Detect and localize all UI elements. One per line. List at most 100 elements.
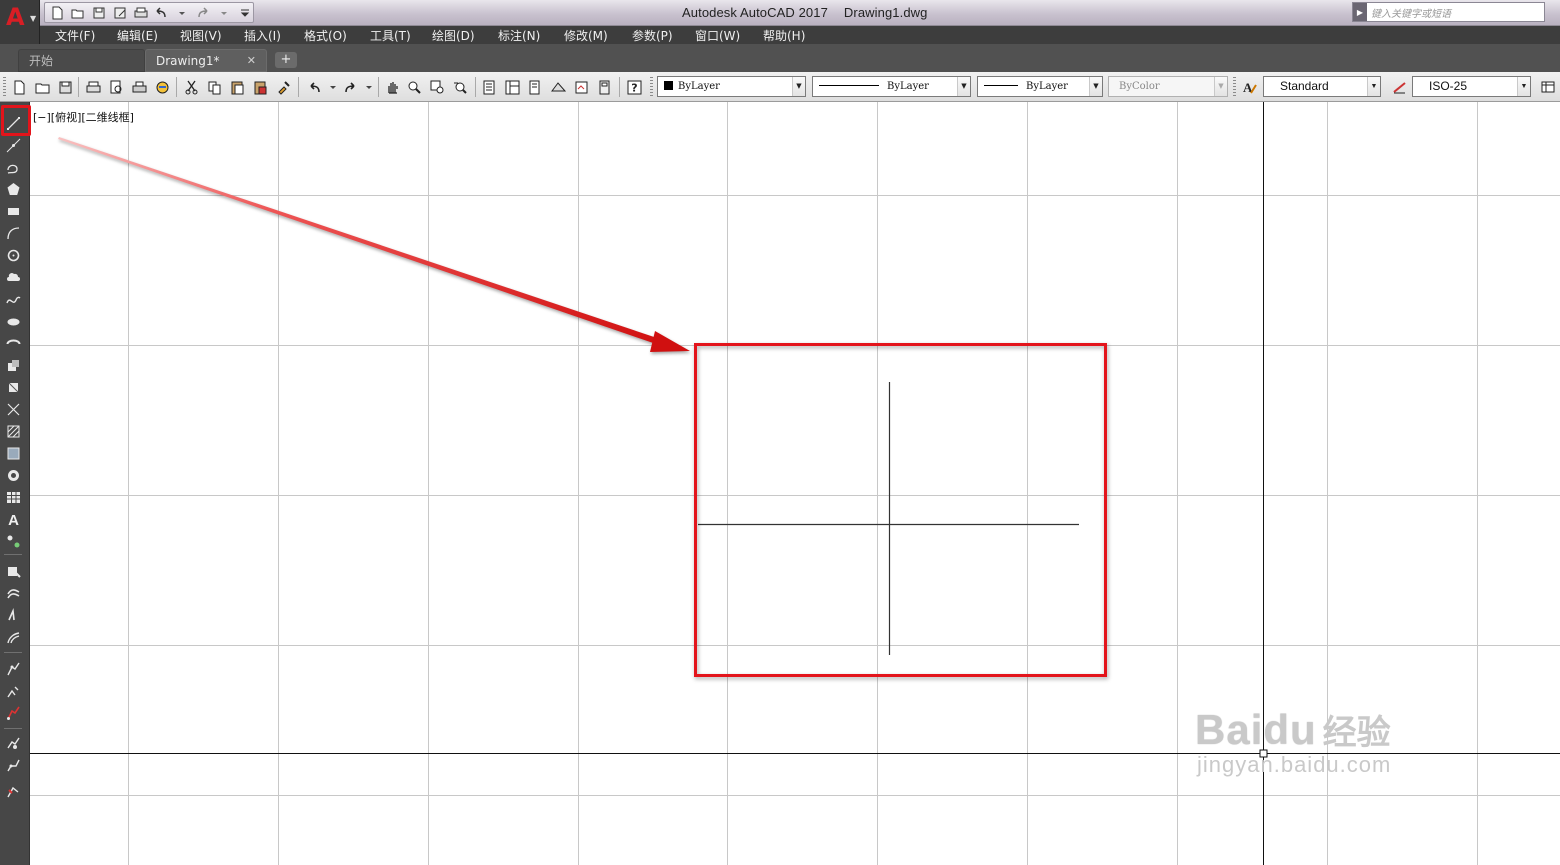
menu-parametric[interactable]: 参数(P)	[632, 27, 673, 44]
trim-icon[interactable]	[4, 782, 22, 800]
save-icon[interactable]	[91, 4, 108, 21]
undo-dropdown-icon[interactable]	[174, 4, 191, 21]
make-block-icon[interactable]	[4, 378, 22, 396]
redo-icon[interactable]	[195, 4, 212, 21]
linetype-control-dropdown[interactable]: ByLayer ▼	[812, 76, 971, 97]
ellipse-arc-icon[interactable]	[4, 334, 22, 352]
3d-dwf-icon[interactable]	[153, 78, 171, 96]
scale-icon[interactable]	[4, 734, 22, 752]
insert-block-icon[interactable]	[4, 356, 22, 374]
undo-icon[interactable]	[153, 4, 170, 21]
menu-tools[interactable]: 工具(T)	[370, 27, 411, 44]
color-control-dropdown[interactable]: ByLayer ▼	[657, 76, 806, 97]
undo-icon[interactable]	[305, 78, 323, 96]
quickcalc-icon[interactable]	[595, 78, 613, 96]
properties-icon[interactable]	[480, 78, 498, 96]
multiline-text-icon[interactable]: A	[4, 510, 22, 528]
save-as-icon[interactable]	[111, 4, 128, 21]
circle-icon[interactable]	[4, 246, 22, 264]
mirror-icon[interactable]	[4, 606, 22, 624]
menu-view[interactable]: 视图(V)	[180, 27, 222, 44]
toolbar-grip[interactable]	[3, 77, 6, 97]
chevron-down-icon[interactable]: ▼	[1367, 77, 1380, 96]
toolbar-grip[interactable]	[650, 77, 653, 97]
dimension-style-icon[interactable]	[1390, 78, 1408, 96]
chevron-down-icon[interactable]: ▼	[1517, 77, 1530, 96]
hatch-icon[interactable]	[4, 422, 22, 440]
erase-icon[interactable]	[4, 562, 22, 580]
tab-start[interactable]: 开始	[18, 49, 145, 72]
save-icon[interactable]	[56, 78, 74, 96]
rectangle-icon[interactable]	[4, 202, 22, 220]
text-style-dropdown[interactable]: Standard ▼	[1263, 76, 1381, 97]
table-style-icon[interactable]	[1539, 78, 1557, 96]
customize-qat-icon[interactable]	[236, 4, 253, 21]
offset-icon[interactable]	[4, 628, 22, 646]
publish-icon[interactable]	[130, 78, 148, 96]
construction-line-icon[interactable]	[4, 136, 22, 154]
polygon-icon[interactable]	[4, 180, 22, 198]
tool-palettes-icon[interactable]	[526, 78, 544, 96]
help-icon[interactable]: ?	[625, 78, 643, 96]
table-icon[interactable]	[4, 488, 22, 506]
markup-set-icon[interactable]	[572, 78, 590, 96]
chevron-down-icon[interactable]: ▼	[1089, 77, 1102, 96]
ellipse-icon[interactable]	[4, 312, 22, 330]
dimension-style-dropdown[interactable]: ISO-25 ▼	[1412, 76, 1531, 97]
menu-format[interactable]: 格式(O)	[304, 27, 347, 44]
arc-icon[interactable]	[4, 224, 22, 242]
lineweight-control-dropdown[interactable]: ByLayer ▼	[977, 76, 1103, 97]
array-icon[interactable]	[4, 660, 22, 678]
menu-edit[interactable]: 编辑(E)	[117, 27, 158, 44]
chevron-down-icon[interactable]: ▼	[792, 77, 805, 96]
menu-insert[interactable]: 插入(I)	[244, 27, 281, 44]
help-search-box[interactable]: ▶ 键入关键字或短语	[1352, 2, 1545, 22]
plot-preview-icon[interactable]	[107, 78, 125, 96]
new-tab-button[interactable]: +	[275, 52, 297, 68]
open-folder-icon[interactable]	[70, 4, 87, 21]
undo-dropdown-icon[interactable]	[324, 78, 342, 96]
redo-icon[interactable]	[341, 78, 359, 96]
pan-hand-icon[interactable]	[383, 78, 401, 96]
gradient-icon[interactable]	[4, 444, 22, 462]
match-properties-icon[interactable]	[274, 78, 292, 96]
new-file-icon[interactable]	[49, 4, 66, 21]
menu-modify[interactable]: 修改(M)	[564, 27, 608, 44]
design-center-icon[interactable]	[503, 78, 521, 96]
redo-dropdown-icon[interactable]	[360, 78, 378, 96]
qnew-icon[interactable]	[10, 78, 28, 96]
menu-draw[interactable]: 绘图(D)	[432, 27, 475, 44]
plot-icon[interactable]	[84, 78, 102, 96]
zoom-previous-icon[interactable]	[451, 78, 469, 96]
toolbar-grip[interactable]	[1233, 77, 1236, 97]
text-style-icon[interactable]: A	[1240, 78, 1258, 96]
stretch-icon[interactable]	[4, 756, 22, 774]
menu-dimension[interactable]: 标注(N)	[498, 27, 540, 44]
move-icon[interactable]	[4, 682, 22, 700]
menu-window[interactable]: 窗口(W)	[695, 27, 740, 44]
spline-icon[interactable]	[4, 290, 22, 308]
close-icon[interactable]: ✕	[247, 50, 256, 72]
menu-file[interactable]: 文件(F)	[55, 27, 95, 44]
search-expand-icon[interactable]: ▶	[1353, 3, 1367, 21]
application-menu-button[interactable]: A ▼	[0, 0, 40, 44]
print-icon[interactable]	[132, 4, 149, 21]
sheet-set-icon[interactable]	[549, 78, 567, 96]
cut-icon[interactable]	[182, 78, 200, 96]
rotate-icon[interactable]	[4, 704, 22, 722]
zoom-realtime-icon[interactable]	[405, 78, 423, 96]
paste-block-icon[interactable]	[251, 78, 269, 96]
polyline-icon[interactable]	[4, 158, 22, 176]
menu-help[interactable]: 帮助(H)	[763, 27, 805, 44]
region-icon[interactable]	[4, 466, 22, 484]
redo-dropdown-icon[interactable]	[215, 4, 232, 21]
copy-object-icon[interactable]	[4, 584, 22, 602]
viewport-controls-label[interactable]: [−][俯视][二维线框]	[33, 109, 134, 125]
add-selected-icon[interactable]	[4, 532, 22, 550]
open-icon[interactable]	[33, 78, 51, 96]
tab-drawing1[interactable]: Drawing1* ✕	[145, 49, 267, 72]
paste-icon[interactable]	[228, 78, 246, 96]
zoom-window-icon[interactable]	[428, 78, 446, 96]
revision-cloud-icon[interactable]	[4, 268, 22, 286]
point-icon[interactable]	[4, 400, 22, 418]
